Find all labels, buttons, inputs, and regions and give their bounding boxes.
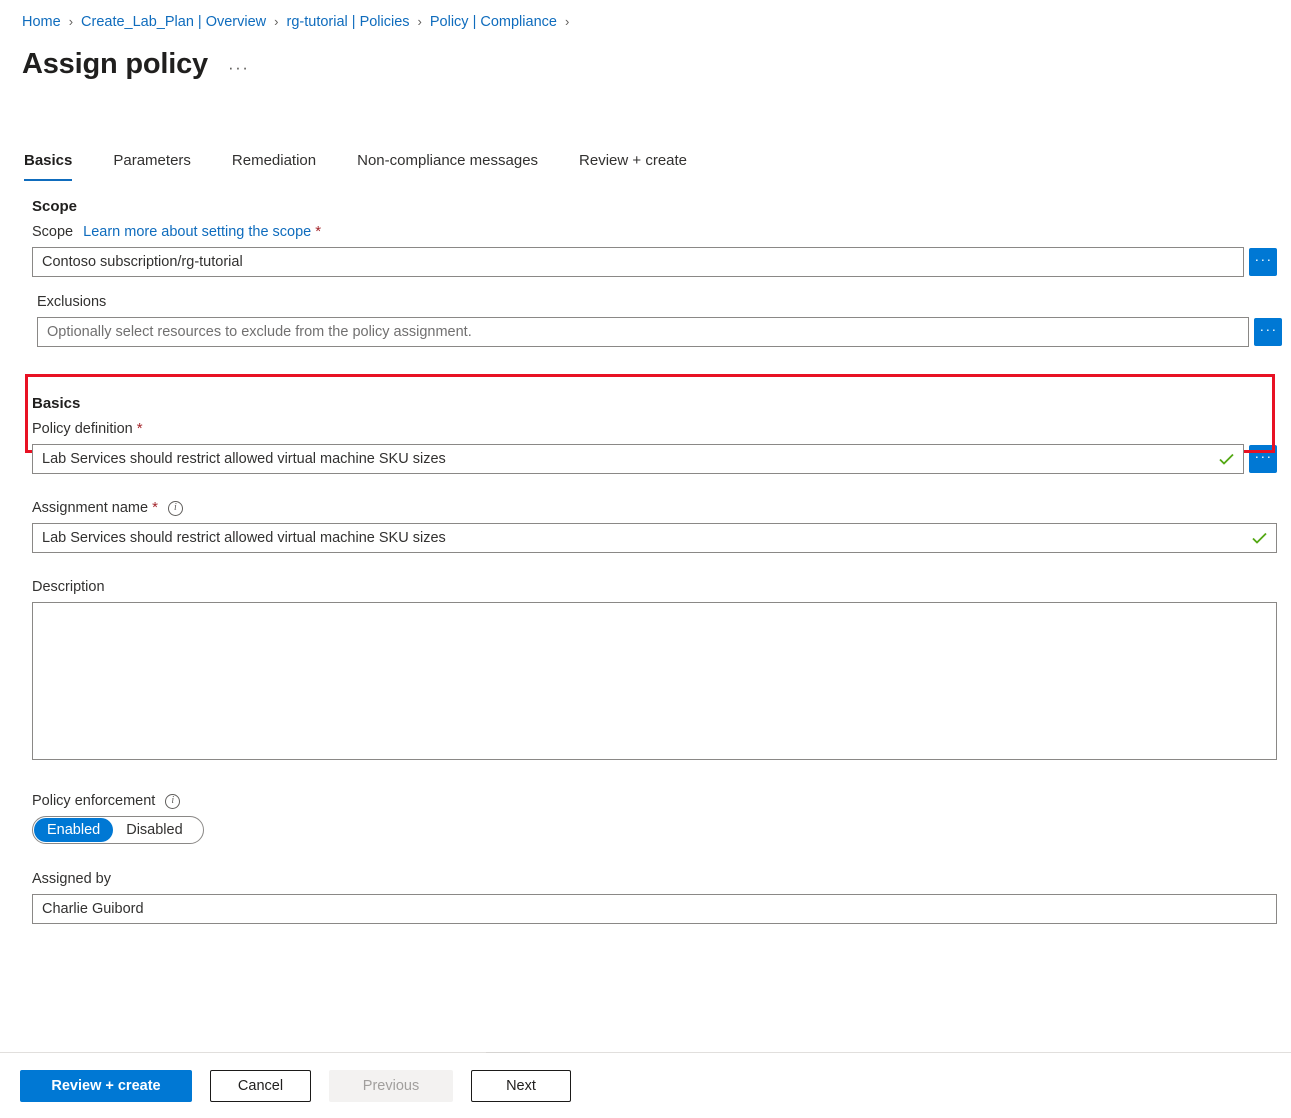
scope-section-heading: Scope xyxy=(32,198,78,215)
exclusions-input-row: ··· xyxy=(37,317,1291,347)
assigned-by-label-text: Assigned by xyxy=(32,871,111,887)
breadcrumb: Home › Create_Lab_Plan | Overview › rg-t… xyxy=(22,12,577,32)
cancel-button[interactable]: Cancel xyxy=(210,1069,311,1102)
policy-enforcement-label-text: Policy enforcement xyxy=(32,793,156,809)
policy-definition-field-label: Policy definition * xyxy=(32,419,1291,439)
next-button[interactable]: Next xyxy=(471,1069,571,1102)
policy-definition-input-wrapper xyxy=(32,444,1244,474)
assign-policy-form: Scope Scope Learn more about setting the… xyxy=(0,196,1291,924)
required-asterisk: * xyxy=(152,499,158,516)
exclusions-browse-button[interactable]: ··· xyxy=(1254,318,1282,346)
tab-parameters[interactable]: Parameters xyxy=(113,150,191,181)
info-icon[interactable]: i xyxy=(165,793,181,809)
description-field-label: Description xyxy=(32,577,1291,597)
scope-field-label: Scope Learn more about setting the scope… xyxy=(32,222,1291,242)
breadcrumb-item-home[interactable]: Home xyxy=(22,12,61,32)
breadcrumb-separator-icon: › xyxy=(274,14,279,29)
tab-basics[interactable]: Basics xyxy=(24,150,73,181)
policy-enforcement-toggle[interactable]: Enabled Disabled xyxy=(32,816,204,844)
policy-enforcement-option-disabled[interactable]: Disabled xyxy=(113,818,195,842)
assignment-name-input[interactable] xyxy=(32,523,1277,553)
exclusions-field-label: Exclusions xyxy=(37,292,1291,312)
scope-browse-button[interactable]: ··· xyxy=(1249,248,1277,276)
scope-label-text: Scope xyxy=(32,224,74,240)
more-actions-icon[interactable]: ··· xyxy=(224,56,253,80)
assigned-by-input[interactable] xyxy=(32,894,1277,924)
assigned-by-input-row xyxy=(32,894,1291,924)
assignment-name-input-wrapper xyxy=(32,523,1277,553)
policy-definition-input[interactable] xyxy=(32,444,1244,474)
page-title: Assign policy xyxy=(22,48,208,80)
policy-definition-label-text: Policy definition xyxy=(32,421,133,437)
review-create-button[interactable]: Review + create xyxy=(20,1069,192,1102)
description-label-text: Description xyxy=(32,579,105,595)
assignment-name-input-row xyxy=(32,523,1291,553)
info-icon[interactable]: i xyxy=(167,500,183,516)
scope-input[interactable] xyxy=(32,247,1244,277)
required-asterisk: * xyxy=(315,223,322,240)
breadcrumb-item-create-lab-plan[interactable]: Create_Lab_Plan | Overview xyxy=(81,12,266,32)
assignment-name-field-label: Assignment name * i xyxy=(32,498,1291,518)
tab-remediation[interactable]: Remediation xyxy=(232,150,316,181)
breadcrumb-separator-icon: › xyxy=(564,14,570,29)
tab-non-compliance-messages[interactable]: Non-compliance messages xyxy=(357,150,538,181)
required-asterisk: * xyxy=(136,420,143,437)
page-header: Assign policy ··· xyxy=(22,46,253,82)
policy-enforcement-option-enabled[interactable]: Enabled xyxy=(34,818,114,842)
scope-learn-more-link[interactable]: Learn more about setting the scope xyxy=(83,222,311,242)
scope-input-row: ··· xyxy=(32,247,1291,277)
description-textarea[interactable] xyxy=(32,602,1277,760)
policy-enforcement-field-label: Policy enforcement i xyxy=(32,791,1291,811)
previous-button: Previous xyxy=(329,1069,453,1102)
breadcrumb-item-rg-tutorial-policies[interactable]: rg-tutorial | Policies xyxy=(287,12,410,32)
basics-section-heading: Basics xyxy=(32,395,81,412)
assignment-name-label-text: Assignment name xyxy=(32,500,149,516)
wizard-tabs: Basics Parameters Remediation Non-compli… xyxy=(24,150,728,181)
breadcrumb-item-policy-compliance[interactable]: Policy | Compliance xyxy=(430,12,557,32)
assigned-by-field-label: Assigned by xyxy=(32,869,1291,889)
exclusions-section: Exclusions ··· xyxy=(0,277,1291,453)
breadcrumb-separator-icon: › xyxy=(417,14,422,29)
wizard-footer: Review + create Cancel Previous Next xyxy=(0,1053,1291,1118)
breadcrumb-separator-icon: › xyxy=(68,14,74,29)
policy-definition-input-row: ··· xyxy=(32,444,1291,474)
tab-review-create[interactable]: Review + create xyxy=(579,150,687,181)
exclusions-input[interactable] xyxy=(37,317,1249,347)
exclusions-label-text: Exclusions xyxy=(37,294,107,310)
policy-definition-browse-button[interactable]: ··· xyxy=(1249,445,1277,473)
